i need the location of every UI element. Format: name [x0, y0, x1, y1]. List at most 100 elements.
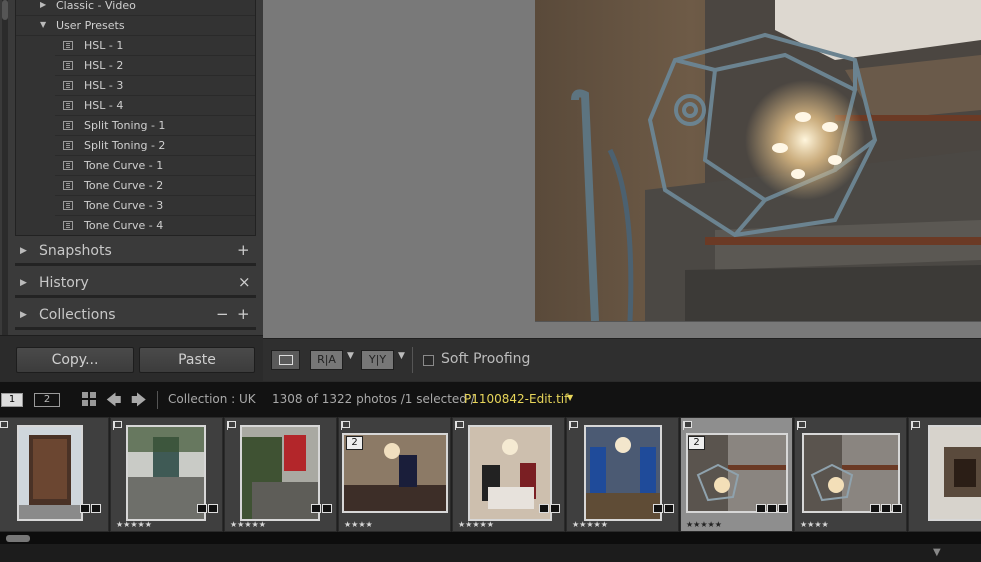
- filmstrip-thumbnail[interactable]: ★★★★★: [224, 417, 337, 532]
- preset-item[interactable]: Tone Curve - 2: [55, 176, 255, 196]
- remove-collection-button[interactable]: −: [216, 305, 229, 323]
- preset-item[interactable]: Split Toning - 2: [55, 136, 255, 156]
- flag-icon[interactable]: [341, 421, 350, 430]
- preset-item[interactable]: Tone Curve - 3: [55, 196, 255, 216]
- triangle-right-icon: ▶: [20, 278, 27, 288]
- photo-count-label: 1308 of 1322 photos /1 selected /: [272, 392, 475, 406]
- flag-icon[interactable]: [797, 421, 806, 430]
- flag-icon[interactable]: [683, 421, 692, 430]
- star-rating: ★★★★: [800, 520, 829, 529]
- thumbnail-badges: [756, 504, 788, 513]
- preset-icon: [63, 221, 73, 230]
- filmbar-divider: [157, 391, 158, 409]
- preset-folder-user-presets[interactable]: ▼ User Presets: [16, 16, 255, 36]
- thumbnail-badges: [539, 504, 560, 513]
- thumbnail-image: [240, 425, 320, 521]
- left-panel: ▶ Classic - Video ▼ User Presets HSL - 1…: [0, 0, 263, 381]
- secondary-window-button[interactable]: 2: [34, 393, 60, 407]
- preview-photo: [535, 0, 981, 321]
- star-rating: ★★★★: [344, 520, 373, 529]
- add-snapshot-button[interactable]: +: [237, 241, 250, 259]
- flag-icon[interactable]: [569, 421, 578, 430]
- thumbnail-image: [584, 425, 662, 521]
- thumbnail-image: [928, 425, 981, 521]
- preset-item[interactable]: Tone Curve - 4: [55, 216, 255, 235]
- filename-dropdown-icon[interactable]: ▼: [567, 393, 573, 402]
- paste-button[interactable]: Paste: [139, 347, 255, 373]
- thumbnail-image: [802, 433, 900, 513]
- dropdown-arrow-icon[interactable]: ▼: [347, 351, 354, 361]
- preset-icon: [63, 101, 73, 110]
- filmstrip-scrollbar[interactable]: [0, 532, 981, 544]
- thumbnail-badges: [197, 504, 218, 513]
- stack-count-badge[interactable]: 2: [346, 436, 363, 450]
- triangle-right-icon: ▶: [40, 0, 47, 9]
- grid-view-icon[interactable]: [82, 392, 96, 406]
- filmstrip-thumbnail[interactable]: ★★★★★: [110, 417, 223, 532]
- preset-icon: [63, 121, 73, 130]
- soft-proofing-label[interactable]: Soft Proofing: [441, 351, 530, 367]
- preset-icon: [63, 141, 73, 150]
- before-after-split-button[interactable]: Y|Y: [361, 350, 394, 370]
- main-window-button[interactable]: 1: [1, 393, 23, 407]
- back-arrow-icon[interactable]: 🡄: [106, 390, 122, 415]
- preset-item[interactable]: HSL - 1: [55, 36, 255, 56]
- clear-history-button[interactable]: ×: [238, 273, 251, 291]
- loupe-view-button[interactable]: [271, 350, 300, 370]
- flag-icon[interactable]: [911, 421, 920, 430]
- filmstrip-thumbnail[interactable]: 2 ★★★★: [338, 417, 451, 532]
- history-panel-header[interactable]: ▶ History ×: [15, 270, 256, 298]
- preset-item[interactable]: HSL - 4: [55, 96, 255, 116]
- star-rating: ★★★★★: [686, 520, 722, 529]
- filmstrip-thumbnail[interactable]: ★★★★★: [452, 417, 565, 532]
- preset-icon: [63, 161, 73, 170]
- preset-icon: [63, 81, 73, 90]
- presets-list: ▶ Classic - Video ▼ User Presets HSL - 1…: [15, 0, 256, 236]
- stack-count-badge[interactable]: 2: [688, 436, 705, 450]
- thumbnail-badges: [653, 504, 674, 513]
- filmstrip-thumbnail[interactable]: ★★★★★: [566, 417, 679, 532]
- triangle-right-icon: ▶: [20, 246, 27, 256]
- flag-icon[interactable]: [227, 421, 236, 430]
- preset-folder-classic-video[interactable]: ▶ Classic - Video: [16, 0, 255, 16]
- triangle-down-icon: ▼: [40, 20, 47, 29]
- collection-source-label[interactable]: Collection : UK: [168, 392, 256, 406]
- preset-icon: [63, 181, 73, 190]
- add-collection-button[interactable]: +: [237, 305, 250, 323]
- copy-button[interactable]: Copy...: [16, 347, 134, 373]
- filmstrip-thumbnail[interactable]: [0, 417, 109, 532]
- rectangle-icon: [279, 355, 293, 365]
- filmstrip-header: 1 2 🡄 🡆 Collection : UK 1308 of 1322 pho…: [0, 381, 981, 417]
- soft-proofing-checkbox[interactable]: [423, 355, 434, 366]
- toolbar-divider: [412, 347, 413, 373]
- preset-item[interactable]: HSL - 3: [55, 76, 255, 96]
- before-after-button[interactable]: R|A: [310, 350, 343, 370]
- filmstrip-thumbnail[interactable]: [908, 417, 981, 532]
- preset-icon: [63, 41, 73, 50]
- thumbnail-badges: [80, 504, 101, 513]
- preset-item[interactable]: HSL - 2: [55, 56, 255, 76]
- bottom-panel-bar: ▼: [0, 544, 981, 562]
- star-rating: ★★★★★: [116, 520, 152, 529]
- filmstrip-thumbnail-selected[interactable]: 2 ★★★★★: [680, 417, 793, 532]
- collections-panel-header[interactable]: ▶ Collections − +: [15, 302, 256, 330]
- preset-item[interactable]: Tone Curve - 1: [55, 156, 255, 176]
- dropdown-arrow-icon[interactable]: ▼: [398, 351, 405, 361]
- thumbnail-badges: [870, 504, 902, 513]
- snapshots-panel-header[interactable]: ▶ Snapshots +: [15, 238, 256, 266]
- filmstrip-thumbnail[interactable]: ★★★★: [794, 417, 907, 532]
- star-rating: ★★★★★: [572, 520, 608, 529]
- left-panel-scrollbar[interactable]: [2, 0, 8, 335]
- flag-icon[interactable]: [0, 421, 8, 430]
- thumbnail-image: [17, 425, 83, 521]
- flag-icon[interactable]: [113, 421, 122, 430]
- preset-item[interactable]: Split Toning - 1: [55, 116, 255, 136]
- collapse-triangle-icon[interactable]: ▼: [933, 547, 941, 558]
- forward-arrow-icon[interactable]: 🡆: [131, 390, 147, 415]
- star-rating: ★★★★★: [230, 520, 266, 529]
- image-preview-area[interactable]: [263, 0, 981, 338]
- selected-filename[interactable]: P1100842-Edit.tif: [464, 392, 568, 406]
- triangle-right-icon: ▶: [20, 310, 27, 320]
- thumbnail-badges: [311, 504, 332, 513]
- flag-icon[interactable]: [455, 421, 464, 430]
